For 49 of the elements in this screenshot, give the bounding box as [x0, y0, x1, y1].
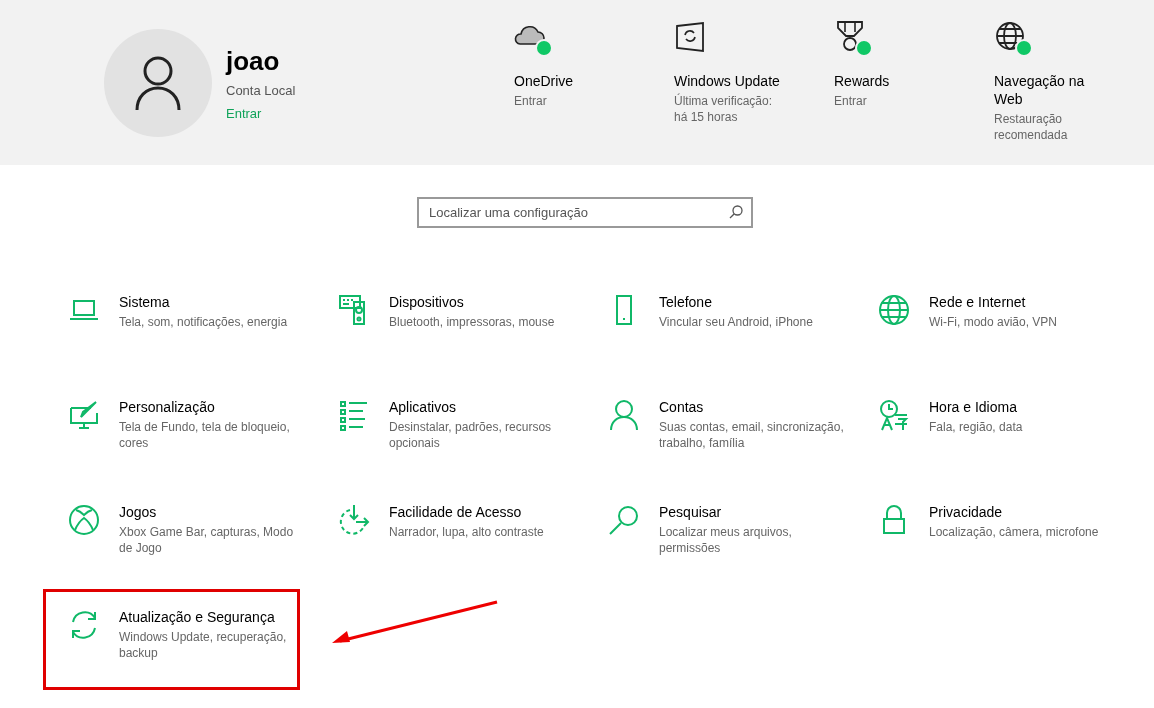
account-type: Conta Local: [226, 82, 296, 100]
category-title[interactable]: Sistema: [119, 293, 170, 311]
category-title[interactable]: Atualização e Segurança: [119, 608, 275, 626]
category-title[interactable]: Hora e Idioma: [929, 398, 1017, 416]
globe-icon[interactable]: [994, 20, 1026, 52]
search-icon[interactable]: [608, 504, 640, 536]
refresh-window-icon[interactable]: [674, 20, 706, 52]
category-description: Localização, câmera, microfone: [929, 524, 1100, 540]
status-subtitle: Entrar: [514, 93, 548, 109]
status-title[interactable]: Rewards: [834, 72, 946, 90]
dashed-circle-arrow-icon[interactable]: [338, 504, 370, 536]
medal-icon[interactable]: [834, 20, 866, 52]
person-icon[interactable]: [608, 399, 640, 431]
category-title[interactable]: Aplicativos: [389, 398, 456, 416]
category-description: Localizar meus arquivos, permissões: [659, 524, 793, 556]
list-icon[interactable]: [338, 399, 370, 431]
person-icon: [134, 55, 182, 111]
account-name: joao: [226, 45, 281, 77]
category-title[interactable]: Telefone: [659, 293, 712, 311]
category-description: Fala, região, data: [929, 419, 1024, 435]
clock-letter-icon[interactable]: [878, 399, 910, 431]
xbox-icon[interactable]: [68, 504, 100, 536]
status-subtitle: Restauração recomendada: [994, 111, 1069, 143]
category-title[interactable]: Privacidade: [929, 503, 1003, 521]
category-title[interactable]: Personalização: [119, 398, 215, 416]
category-title[interactable]: Jogos: [119, 503, 157, 521]
search-icon: [729, 205, 743, 219]
category-description: Desinstalar, padrões, recursos opcionais: [389, 419, 553, 451]
category-description: Xbox Game Bar, capturas, Modo de Jogo: [119, 524, 295, 556]
category-title[interactable]: Contas: [659, 398, 704, 416]
category-description: Tela, som, notificações, energia: [119, 314, 289, 330]
category-description: Tela de Fundo, tela de bloqueio, cores: [119, 419, 291, 451]
search-field[interactable]: Localizar uma configuração: [417, 197, 753, 228]
category-description: Bluetooth, impressoras, mouse: [389, 314, 556, 330]
category-description: Suas contas, email, sincronização, trabalho, família: [659, 419, 845, 451]
category-title[interactable]: Rede e Internet: [929, 293, 1026, 311]
status-subtitle: Entrar: [834, 93, 868, 109]
category-description: Vincular seu Android, iPhone: [659, 314, 814, 330]
status-title[interactable]: Navegação na Web: [994, 72, 1106, 108]
status-title[interactable]: Windows Update: [674, 72, 786, 90]
monitor-brush-icon[interactable]: [68, 399, 100, 431]
category-description: Narrador, lupa, alto contraste: [389, 524, 545, 540]
category-description: Wi-Fi, modo avião, VPN: [929, 314, 1059, 330]
category-title[interactable]: Dispositivos: [389, 293, 464, 311]
category-description: Windows Update, recuperação, backup: [119, 629, 288, 661]
category-title[interactable]: Pesquisar: [659, 503, 722, 521]
category-title[interactable]: Facilidade de Acesso: [389, 503, 522, 521]
status-subtitle: Última verificação: há 15 horas: [674, 93, 774, 125]
status-title[interactable]: OneDrive: [514, 72, 626, 90]
